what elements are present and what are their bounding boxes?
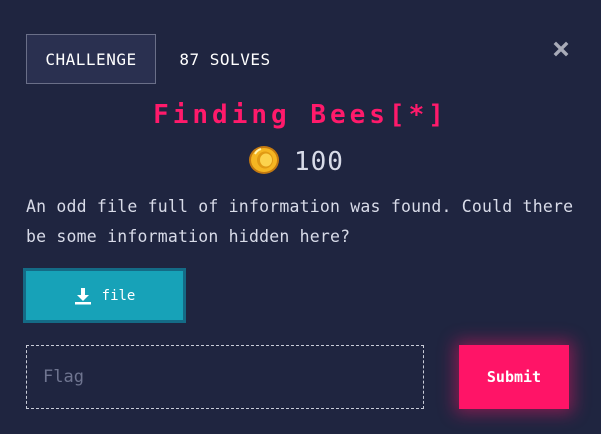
tab-solves[interactable]: 87 SOLVES (170, 34, 280, 84)
tab-challenge[interactable]: CHALLENGE (26, 34, 156, 84)
close-icon (553, 41, 569, 61)
close-button[interactable] (550, 40, 572, 62)
coin-icon (248, 144, 282, 180)
flag-input[interactable] (26, 345, 424, 409)
challenge-modal: CHALLENGE 87 SOLVES Finding Bees[*] 100 … (0, 0, 601, 434)
submit-button[interactable]: Submit (459, 345, 569, 409)
challenge-title: Finding Bees[*] (153, 100, 448, 130)
points-display: 100 (248, 144, 344, 180)
points-value: 100 (294, 147, 344, 177)
file-label: file (101, 287, 136, 304)
challenge-description: An odd file full of information was foun… (26, 197, 574, 246)
file-download-button[interactable]: file (23, 268, 186, 323)
download-icon (74, 287, 92, 305)
